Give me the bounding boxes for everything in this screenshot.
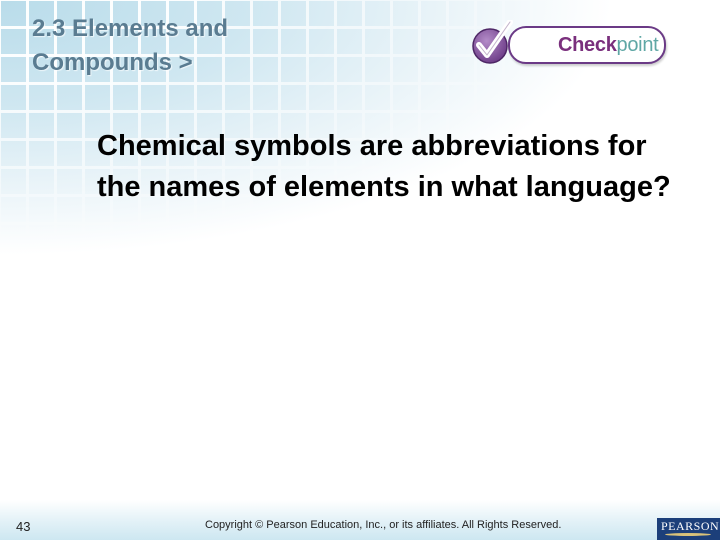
checkpoint-label: Checkpoint [558, 34, 659, 57]
checkpoint-label-check: Check [558, 34, 617, 56]
pearson-swoosh-icon [665, 533, 711, 536]
pearson-logo: PEARSON [657, 518, 720, 540]
checkpoint-label-point: point [616, 34, 659, 56]
checkpoint-logo: Checkpoint [470, 4, 670, 64]
checkpoint-pill: Checkpoint [508, 26, 666, 64]
question-text: Chemical symbols are abbreviations for t… [97, 130, 671, 203]
page-number: 43 [16, 519, 31, 534]
copyright-text: Copyright © Pearson Education, Inc., or … [205, 519, 562, 531]
pearson-logo-text: PEARSON [661, 519, 720, 533]
checkmark-icon [472, 20, 513, 64]
section-title: 2.3 Elements and Compounds > [32, 15, 229, 76]
